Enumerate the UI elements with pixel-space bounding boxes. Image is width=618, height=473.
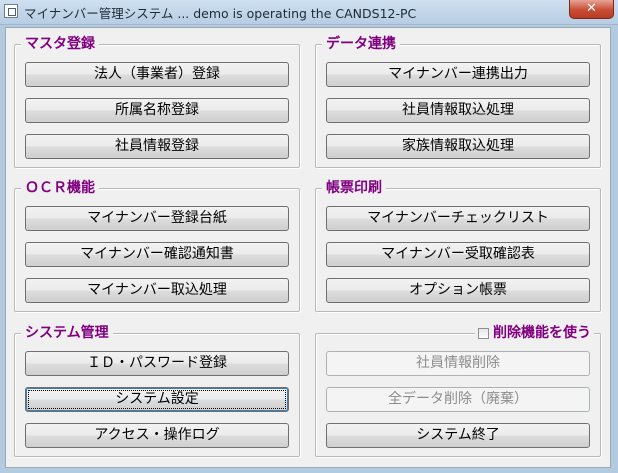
group-data-link-title: データ連携 — [322, 36, 400, 53]
group-system-title: システム管理 — [21, 325, 113, 342]
system-settings-button[interactable]: システム設定 — [25, 387, 289, 412]
mynumber-form-button[interactable]: マイナンバー登録台紙 — [25, 206, 289, 231]
employee-import-button[interactable]: 社員情報取込処理 — [326, 98, 590, 123]
department-register-button[interactable]: 所属名称登録 — [25, 98, 289, 123]
close-button[interactable]: ✕ — [569, 0, 614, 19]
group-report: 帳票印刷 マイナンバーチェックリスト マイナンバー受取確認表 オプション帳票 — [315, 180, 601, 312]
group-system: システム管理 ＩＤ・パスワード登録 システム設定 アクセス・操作ログ — [14, 325, 300, 457]
group-master-title: マスタ登録 — [21, 36, 99, 53]
delete-toggle[interactable]: 削除機能を使う — [475, 325, 594, 342]
group-data-link: データ連携 マイナンバー連携出力 社員情報取込処理 家族情報取込処理 — [315, 36, 601, 168]
family-import-button[interactable]: 家族情報取込処理 — [326, 134, 590, 159]
id-password-button[interactable]: ＩＤ・パスワード登録 — [25, 351, 289, 376]
receipt-confirm-button[interactable]: マイナンバー受取確認表 — [326, 242, 590, 267]
group-delete: 削除機能を使う 社員情報削除 全データ削除（廃棄） システム終了 — [315, 325, 601, 457]
window-title: マイナンバー管理システム ... demo is operating the C… — [24, 6, 417, 21]
access-log-button[interactable]: アクセス・操作ログ — [25, 423, 289, 448]
mynumber-export-button[interactable]: マイナンバー連携出力 — [326, 62, 590, 87]
group-master: マスタ登録 法人（事業者）登録 所属名称登録 社員情報登録 — [14, 36, 300, 168]
mynumber-notice-button[interactable]: マイナンバー確認通知書 — [25, 242, 289, 267]
delete-enable-checkbox[interactable] — [478, 328, 489, 339]
main-panel: マスタ登録 法人（事業者）登録 所属名称登録 社員情報登録 データ連携 マイナン… — [5, 27, 611, 468]
title-bar[interactable]: マイナンバー管理システム ... demo is operating the C… — [0, 0, 618, 25]
employee-delete-button[interactable]: 社員情報削除 — [326, 351, 590, 376]
option-report-button[interactable]: オプション帳票 — [326, 278, 590, 303]
system-exit-button[interactable]: システム終了 — [326, 423, 590, 448]
app-icon — [4, 4, 18, 18]
group-ocr-title: ＯＣＲ機能 — [21, 180, 99, 197]
checklist-button[interactable]: マイナンバーチェックリスト — [326, 206, 590, 231]
all-data-delete-button[interactable]: 全データ削除（廃棄） — [326, 387, 590, 412]
group-report-title: 帳票印刷 — [322, 180, 386, 197]
mynumber-import-button[interactable]: マイナンバー取込処理 — [25, 278, 289, 303]
corporation-register-button[interactable]: 法人（事業者）登録 — [25, 62, 289, 87]
group-ocr: ＯＣＲ機能 マイナンバー登録台紙 マイナンバー確認通知書 マイナンバー取込処理 — [14, 180, 300, 312]
employee-register-button[interactable]: 社員情報登録 — [25, 134, 289, 159]
delete-enable-label: 削除機能を使う — [493, 325, 591, 341]
